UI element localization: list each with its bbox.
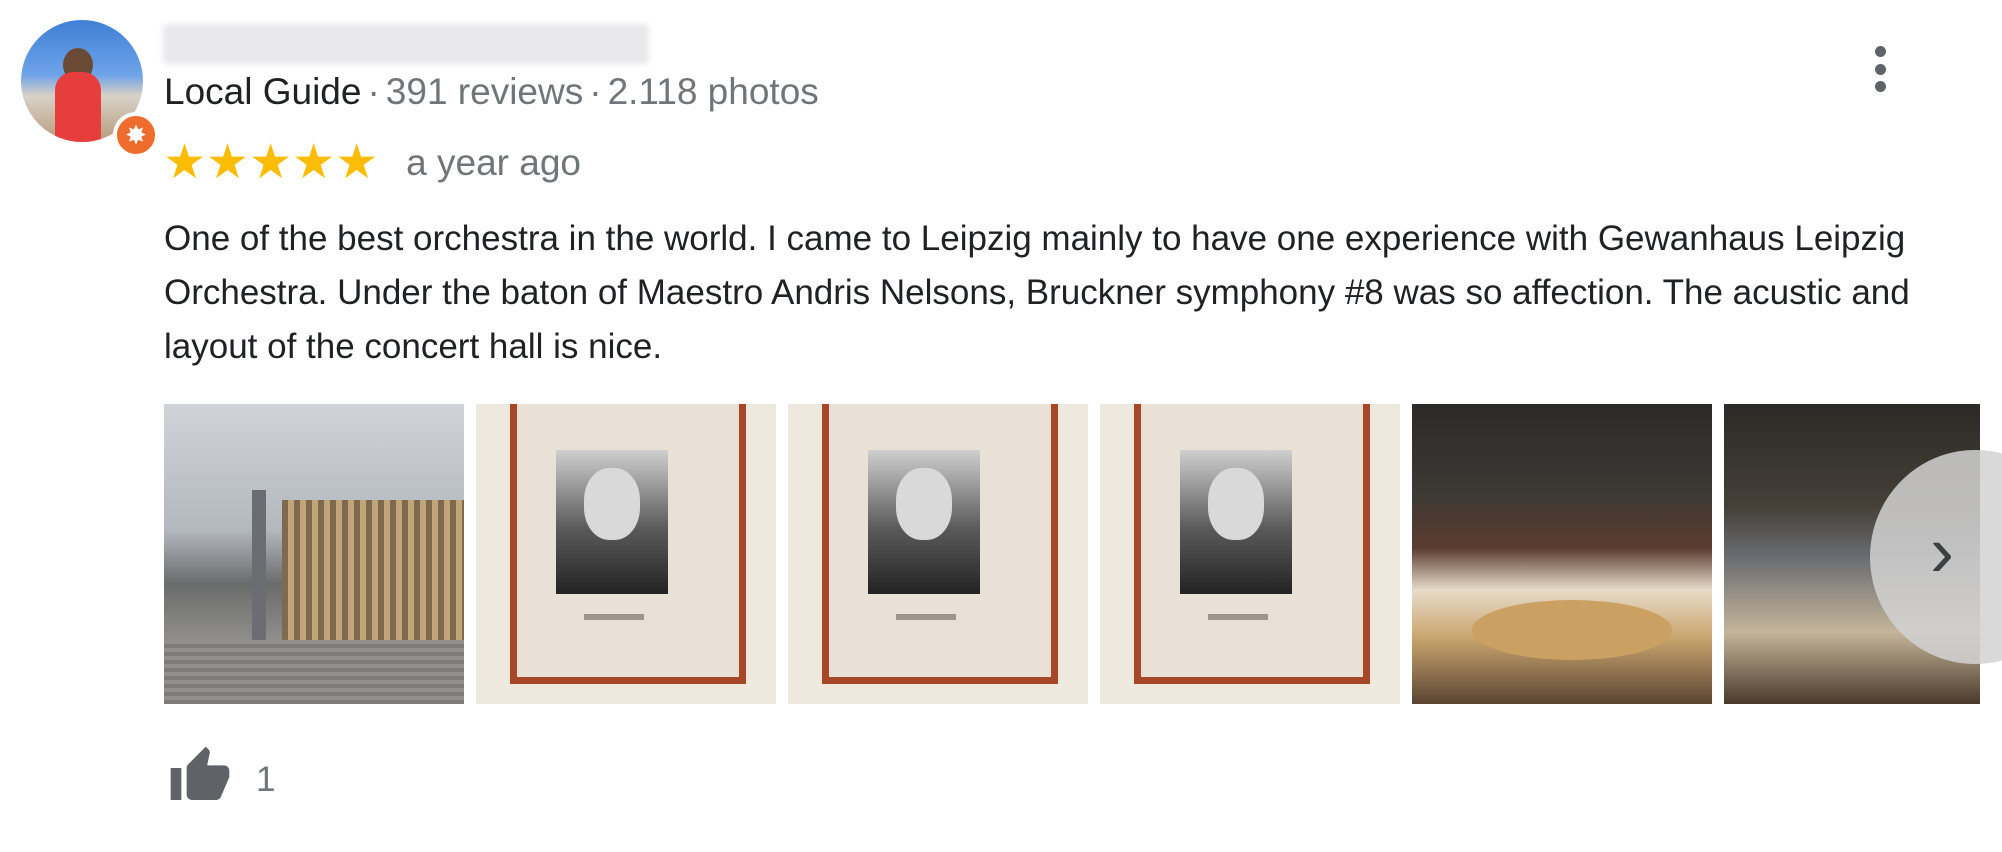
like-count: 1: [256, 760, 276, 799]
photo-stage-shape: [1472, 600, 1672, 660]
photo-portrait-shape: [556, 450, 668, 594]
local-guide-label: Local Guide: [164, 71, 362, 112]
photo-caption-shape: [1208, 614, 1268, 620]
review-count: 391 reviews: [385, 71, 584, 112]
thumbs-up-icon[interactable]: [165, 744, 235, 808]
avatar-person-body: [55, 72, 101, 142]
review-photo[interactable]: [1100, 404, 1400, 704]
photo-carousel: [164, 404, 1980, 704]
reviewer-name-blurred[interactable]: [163, 24, 649, 64]
local-guide-badge-icon: ✸: [113, 112, 159, 158]
more-vert-icon[interactable]: [1868, 46, 1892, 92]
review-photo[interactable]: [788, 404, 1088, 704]
photo-caption-shape: [584, 614, 644, 620]
photo-portrait-shape: [1180, 450, 1292, 594]
rating-row: ★★★★★ a year ago: [163, 136, 582, 189]
review-text: One of the best orchestra in the world. …: [164, 219, 1910, 366]
review-photo[interactable]: [164, 404, 464, 704]
photo-count: 2.118 photos: [607, 71, 819, 112]
photo-ground-shape: [164, 640, 464, 704]
photo-caption-shape: [896, 614, 956, 620]
review-photo[interactable]: [476, 404, 776, 704]
meta-separator: ·: [367, 71, 380, 112]
reviewer-meta: Local Guide · 391 reviews · 2.118 photos: [164, 70, 819, 114]
star-rating: ★★★★★: [163, 136, 379, 189]
photo-building-shape: [282, 500, 464, 640]
photo-portrait-shape: [868, 450, 980, 594]
chevron-right-icon: ›: [1930, 512, 1954, 592]
photo-tower-shape: [252, 490, 266, 640]
reviewer-avatar[interactable]: ✸: [21, 20, 159, 158]
review-photo[interactable]: [1412, 404, 1712, 704]
meta-separator: ·: [589, 71, 602, 112]
review-date: a year ago: [406, 142, 582, 183]
